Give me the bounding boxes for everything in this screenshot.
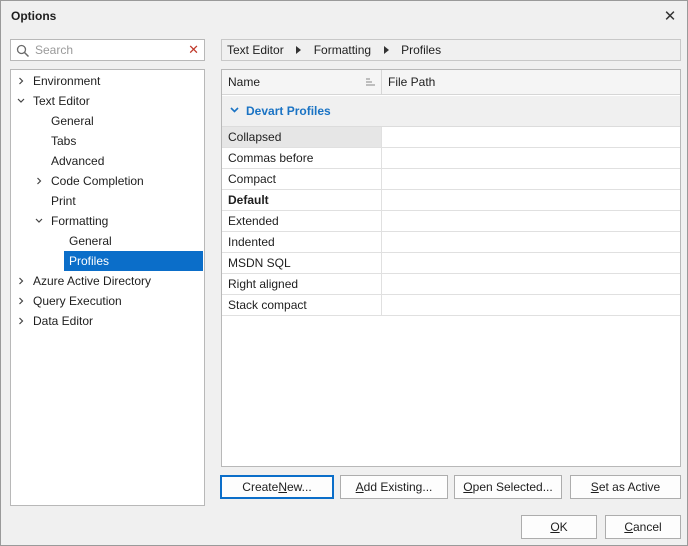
profile-name-cell[interactable]: Stack compact <box>222 295 382 315</box>
tree-item-label: Tabs <box>51 134 77 148</box>
ok-button[interactable]: OK <box>521 515 597 539</box>
options-dialog: Options ✕ ✕ Environment Text Editor Genera… <box>0 0 688 546</box>
tree-item-data-editor[interactable]: Data Editor <box>11 311 204 331</box>
table-row[interactable]: Stack compact <box>222 295 680 316</box>
group-row[interactable]: Devart Profiles <box>222 96 680 127</box>
create-new-accelerator: N <box>278 480 287 494</box>
column-path-label: File Path <box>388 75 436 89</box>
tree-item-formatting[interactable]: Formatting <box>11 211 204 231</box>
profile-name-cell[interactable]: Commas before <box>222 148 382 168</box>
breadcrumb-item[interactable]: Text Editor <box>227 43 284 57</box>
dialog-title: Options <box>11 9 57 23</box>
breadcrumb-item[interactable]: Profiles <box>401 43 441 57</box>
profile-name-cell[interactable]: Compact <box>222 169 382 189</box>
add-existing-label: dd Existing... <box>363 480 433 494</box>
table-row[interactable]: MSDN SQL <box>222 253 680 274</box>
tree-item-advanced[interactable]: Advanced <box>11 151 204 171</box>
tree-item-label: Advanced <box>51 154 105 168</box>
tree-item-tabs[interactable]: Tabs <box>11 131 204 151</box>
search-icon <box>16 44 30 58</box>
tree-item-label: Print <box>51 194 76 208</box>
table-row[interactable]: Indented <box>222 232 680 253</box>
table-row[interactable]: Commas before <box>222 148 680 169</box>
tree-item-label: Query Execution <box>33 294 122 308</box>
tree-item-code-completion[interactable]: Code Completion <box>11 171 204 191</box>
column-header-name[interactable]: Name <box>222 70 382 95</box>
table-row[interactable]: Collapsed <box>222 127 680 148</box>
open-selected-button[interactable]: Open Selected... <box>454 475 562 499</box>
column-header-file-path[interactable]: File Path <box>383 70 435 95</box>
tree-item-query-execution[interactable]: Query Execution <box>11 291 204 311</box>
create-new-label-pre: Create <box>242 480 279 494</box>
profile-name-cell[interactable]: Collapsed <box>222 127 382 147</box>
profiles-grid: Name File Path Devart Profiles Collapsed… <box>221 69 681 467</box>
tree-item-label: Azure Active Directory <box>33 274 152 288</box>
breadcrumb: Text Editor Formatting Profiles <box>221 39 681 61</box>
set-as-active-accelerator: S <box>590 480 599 494</box>
open-selected-accelerator: O <box>463 480 473 494</box>
tree-item-profiles[interactable]: Profiles <box>64 251 203 271</box>
table-row[interactable]: Right aligned <box>222 274 680 295</box>
ok-label: K <box>559 520 568 534</box>
ok-accelerator: O <box>550 520 560 534</box>
chevron-right-icon[interactable] <box>15 311 27 331</box>
create-new-label-post: ew... <box>287 480 312 494</box>
tree-item-label: General <box>51 114 94 128</box>
set-as-active-label: et as Active <box>598 480 661 494</box>
table-row[interactable]: Extended <box>222 211 680 232</box>
profile-name-cell[interactable]: MSDN SQL <box>222 253 382 273</box>
create-new-button[interactable]: Create New... <box>220 475 334 499</box>
tree-item-label: Text Editor <box>33 94 90 108</box>
grid-header: Name File Path <box>222 70 680 95</box>
chevron-right-icon[interactable] <box>15 271 27 291</box>
tree-item-label: General <box>69 234 112 248</box>
table-row[interactable]: Compact <box>222 169 680 190</box>
cancel-label: ancel <box>632 520 662 534</box>
cancel-accelerator: C <box>624 520 633 534</box>
tree-item-environment[interactable]: Environment <box>11 71 204 91</box>
profile-name-cell[interactable]: Extended <box>222 211 382 231</box>
profile-name-cell[interactable]: Default <box>222 190 382 210</box>
column-name-label: Name <box>228 75 261 89</box>
chevron-right-icon[interactable] <box>15 71 27 91</box>
open-selected-label: pen Selected... <box>472 480 553 494</box>
group-label: Devart Profiles <box>246 104 331 118</box>
chevron-right-icon[interactable] <box>33 171 45 191</box>
tree-item-print[interactable]: Print <box>11 191 204 211</box>
tree-item-label: Code Completion <box>51 174 144 188</box>
sort-icon <box>366 78 375 86</box>
profile-name-cell[interactable]: Indented <box>222 232 382 252</box>
tree-item-label: Data Editor <box>33 314 94 328</box>
tree-item-label: Environment <box>33 74 101 88</box>
profile-name-cell[interactable]: Right aligned <box>222 274 382 294</box>
tree-item-text-editor[interactable]: Text Editor <box>11 91 204 111</box>
chevron-down-icon[interactable] <box>33 211 45 231</box>
tree-item-label: Formatting <box>51 214 109 228</box>
cancel-button[interactable]: Cancel <box>605 515 681 539</box>
search-box: ✕ <box>10 39 205 61</box>
search-input[interactable] <box>35 42 185 58</box>
title-bar: Options ✕ <box>1 1 687 31</box>
tree-item-azure-active-directory[interactable]: Azure Active Directory <box>11 271 204 291</box>
add-existing-button[interactable]: Add Existing... <box>340 475 448 499</box>
set-as-active-button[interactable]: Set as Active <box>570 475 681 499</box>
breadcrumb-item[interactable]: Formatting <box>314 43 371 57</box>
table-row[interactable]: Default <box>222 190 680 211</box>
breadcrumb-separator-icon <box>371 46 401 54</box>
tree-item-general[interactable]: General <box>11 111 204 131</box>
clear-search-icon[interactable]: ✕ <box>188 43 199 57</box>
add-existing-accelerator: A <box>355 480 364 494</box>
tree-item-general[interactable]: General <box>11 231 204 251</box>
chevron-right-icon[interactable] <box>15 291 27 311</box>
tree-item-label: Profiles <box>69 254 110 268</box>
breadcrumb-separator-icon <box>284 46 314 54</box>
close-icon[interactable]: ✕ <box>661 7 679 25</box>
options-tree: Environment Text Editor General Tabs Advance… <box>10 69 205 506</box>
chevron-down-icon[interactable] <box>230 107 239 113</box>
chevron-down-icon[interactable] <box>15 91 27 111</box>
